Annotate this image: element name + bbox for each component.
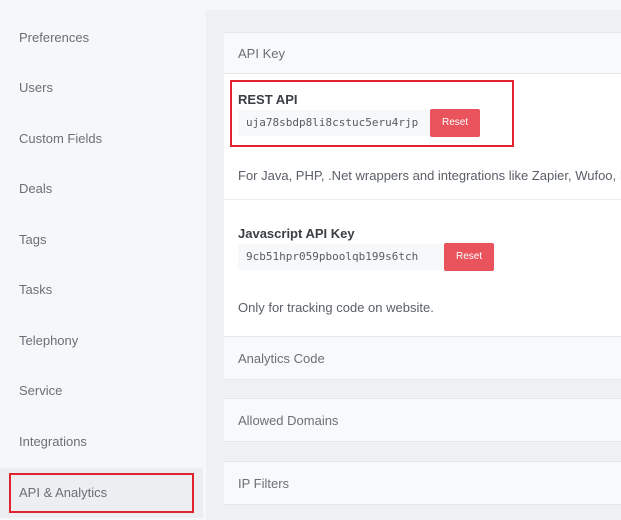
sidebar-item-label: Preferences (19, 30, 90, 45)
sidebar-item-preferences[interactable]: Preferences (0, 13, 203, 63)
sidebar-item-label: Service (19, 383, 63, 398)
js-api-reset-button[interactable]: Reset (444, 243, 495, 271)
sidebar-item-custom-fields[interactable]: Custom Fields (0, 114, 203, 164)
js-api-title: Javascript API Key (238, 226, 355, 241)
sidebar-item-service[interactable]: Service (0, 366, 203, 416)
api-key-panel: REST API uja78sbdp8li8cstuc5eru4rjp Rese… (224, 74, 621, 344)
rest-api-title: REST API (238, 92, 298, 107)
ip-filters-label: IP Filters (238, 476, 290, 491)
sidebar-item-users[interactable]: Users (0, 63, 203, 113)
settings-sidebar: Preferences Users Custom Fields Deals Ta… (0, 10, 203, 520)
sidebar-item-label: Tasks (19, 282, 53, 297)
section-divider (224, 199, 621, 200)
allowed-domains-label: Allowed Domains (238, 413, 339, 428)
analytics-code-label: Analytics Code (238, 351, 325, 366)
sidebar-item-tasks[interactable]: Tasks (0, 265, 203, 315)
sidebar-item-integrations[interactable]: Integrations (0, 417, 203, 467)
sidebar-item-label: API & Analytics (19, 485, 108, 500)
sidebar-item-tags[interactable]: Tags (0, 215, 203, 265)
sidebar-item-api-analytics[interactable]: API & Analytics (0, 468, 203, 518)
sidebar-item-label: Users (19, 80, 53, 95)
js-api-key-field[interactable]: 9cb51hpr059pboolqb199s6tch (238, 244, 448, 270)
rest-api-description: For Java, PHP, .Net wrappers and integra… (238, 168, 621, 183)
sidebar-item-label: Tags (19, 232, 47, 247)
allowed-domains-header[interactable]: Allowed Domains (224, 398, 621, 442)
ip-filters-header[interactable]: IP Filters (224, 461, 621, 505)
api-key-header[interactable]: API Key (224, 32, 621, 74)
analytics-code-header[interactable]: Analytics Code (224, 336, 621, 380)
rest-api-key-field[interactable]: uja78sbdp8li8cstuc5eru4rjp (238, 110, 434, 136)
sidebar-item-deals[interactable]: Deals (0, 164, 203, 214)
sidebar-item-label: Custom Fields (19, 131, 103, 146)
sidebar-item-label: Integrations (19, 434, 87, 449)
sidebar-item-label: Deals (19, 181, 53, 196)
rest-api-reset-button[interactable]: Reset (430, 109, 481, 137)
sidebar-item-telephony[interactable]: Telephony (0, 316, 203, 366)
settings-main: API Key REST API uja78sbdp8li8cstuc5eru4… (206, 10, 621, 520)
api-key-header-label: API Key (238, 46, 285, 61)
sidebar-item-label: Telephony (19, 333, 79, 348)
js-api-description: Only for tracking code on website. (238, 300, 434, 315)
